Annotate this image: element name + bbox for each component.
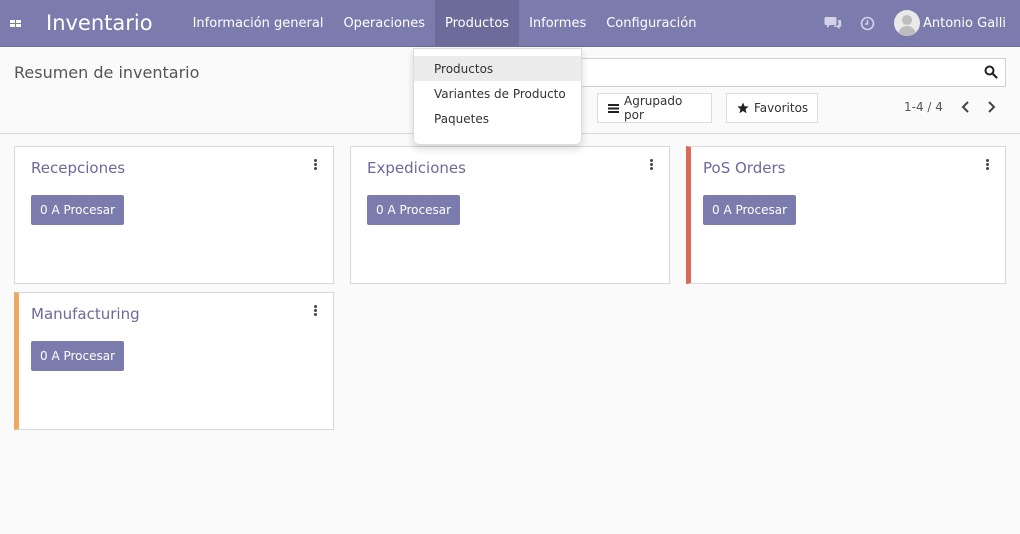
chevron-right-icon — [987, 101, 995, 113]
kanban-card-manufacturing[interactable]: Manufacturing 0 A Procesar — [14, 292, 334, 430]
activity-clock-icon[interactable] — [850, 0, 884, 47]
menu-item-configuracion[interactable]: Configuración — [596, 0, 706, 47]
user-avatar[interactable] — [894, 10, 920, 36]
card-title[interactable]: Manufacturing — [31, 305, 140, 323]
card-menu-icon[interactable] — [314, 159, 318, 171]
top-navbar: Inventario Información general Operacion… — [0, 0, 1020, 47]
favorites-label: Favoritos — [754, 101, 809, 115]
dropdown-item-paquetes[interactable]: Paquetes — [414, 106, 581, 131]
app-brand[interactable]: Inventario — [46, 11, 153, 35]
menu-item-productos[interactable]: Productos — [434, 0, 520, 47]
card-menu-icon[interactable] — [650, 159, 654, 171]
systray: Antonio Galli — [816, 0, 1020, 47]
messages-icon[interactable] — [816, 0, 850, 47]
to-process-button[interactable]: 0 A Procesar — [31, 341, 125, 371]
card-title[interactable]: Expediciones — [367, 159, 466, 177]
favorites-button[interactable]: Favoritos — [726, 93, 818, 123]
kanban-card-recepciones[interactable]: Recepciones 0 A Procesar — [14, 146, 334, 284]
apps-grid-icon — [9, 19, 21, 27]
productos-dropdown-menu: Productos Variantes de Producto Paquetes — [413, 48, 582, 145]
card-menu-icon[interactable] — [986, 159, 990, 171]
pager-value[interactable]: 1-4 / 4 — [904, 100, 943, 114]
star-icon — [737, 102, 749, 114]
kanban-card-expediciones[interactable]: Expediciones 0 A Procesar — [350, 146, 670, 284]
to-process-button[interactable]: 0 A Procesar — [31, 195, 125, 225]
card-title[interactable]: Recepciones — [31, 159, 125, 177]
main-menu: Información general Operaciones Producto… — [183, 0, 707, 47]
search-input[interactable] — [560, 58, 1006, 87]
group-by-button[interactable]: Agrupado por — [597, 93, 712, 123]
chevron-left-icon — [961, 101, 969, 113]
pager-previous-button[interactable] — [957, 99, 973, 115]
card-title[interactable]: PoS Orders — [703, 159, 785, 177]
dropdown-item-productos[interactable]: Productos — [414, 56, 581, 81]
pager-next-button[interactable] — [983, 99, 999, 115]
search-icon[interactable] — [984, 65, 1000, 81]
card-menu-icon[interactable] — [314, 305, 318, 317]
kanban-card-pos-orders[interactable]: PoS Orders 0 A Procesar — [686, 146, 1006, 284]
group-by-label: Agrupado por — [624, 94, 683, 122]
apps-menu-button[interactable] — [0, 0, 30, 47]
list-icon — [608, 103, 619, 113]
menu-item-informacion-general[interactable]: Información general — [183, 0, 334, 47]
to-process-button[interactable]: 0 A Procesar — [703, 195, 797, 225]
dropdown-item-variantes-de-producto[interactable]: Variantes de Producto — [414, 81, 581, 106]
to-process-button[interactable]: 0 A Procesar — [367, 195, 461, 225]
user-name[interactable]: Antonio Galli — [923, 16, 1006, 31]
page-title: Resumen de inventario — [14, 63, 200, 82]
menu-item-operaciones[interactable]: Operaciones — [333, 0, 435, 47]
menu-item-informes[interactable]: Informes — [519, 0, 596, 47]
